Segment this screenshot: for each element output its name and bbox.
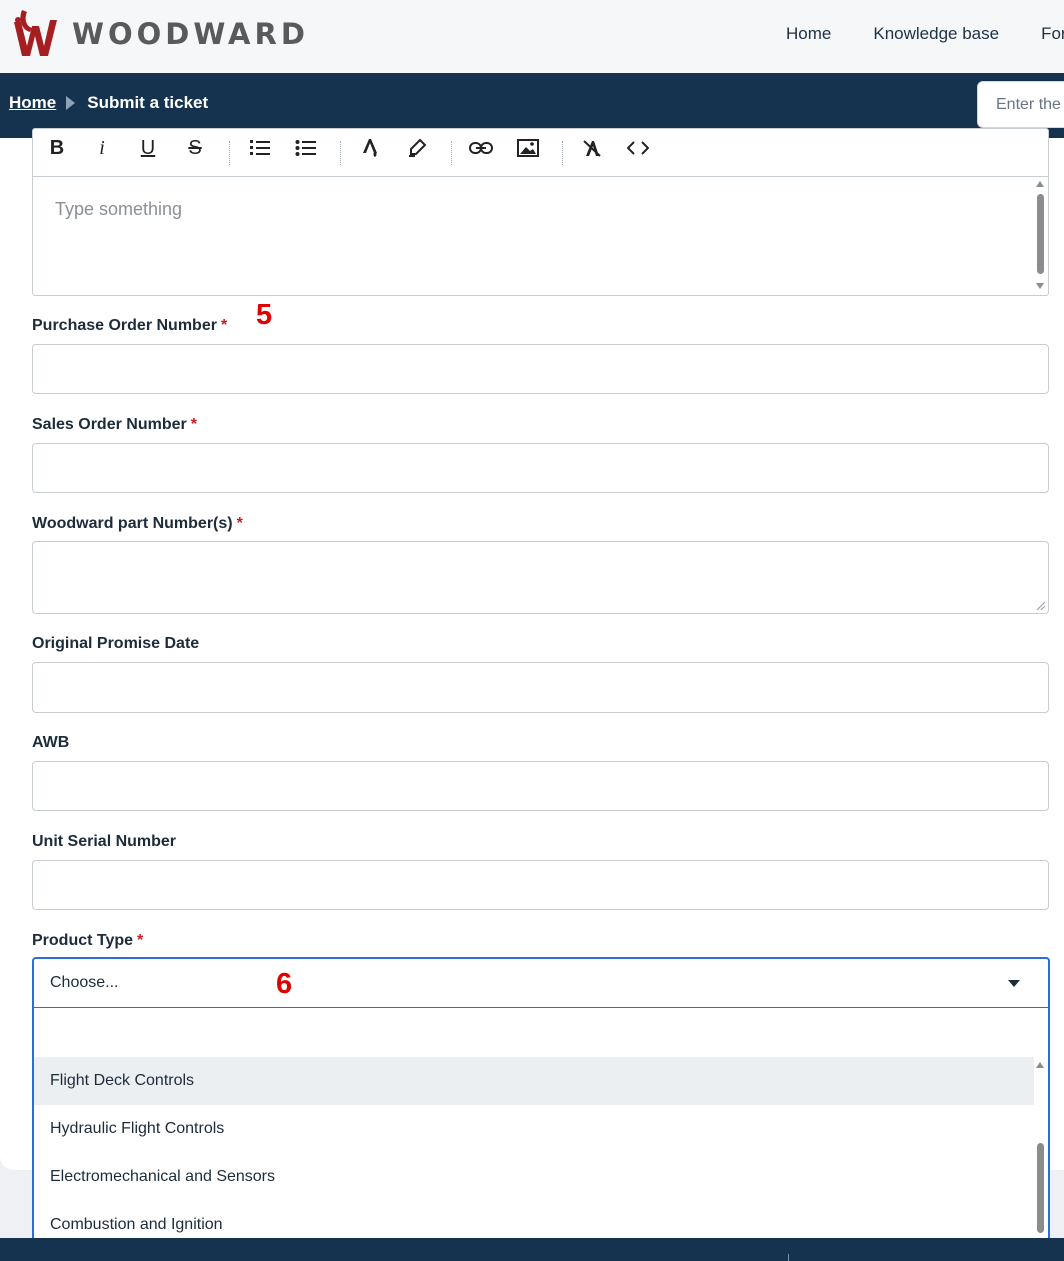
description-editor: B i U S Type something: [32, 128, 1049, 296]
serial-number-label: Unit Serial Number: [32, 833, 177, 850]
toolbar-divider: [229, 141, 230, 165]
nav-forums[interactable]: Forums: [1041, 24, 1064, 44]
italic-icon[interactable]: i: [87, 137, 117, 159]
dropdown-option[interactable]: Flight Deck Controls: [34, 1057, 1034, 1105]
footer-divider: [788, 1254, 789, 1261]
promise-date-input[interactable]: [33, 663, 1048, 712]
dropdown-scrollbar[interactable]: [1034, 1060, 1046, 1250]
top-header: WOODWARD Home Knowledge base Forums: [0, 0, 1064, 73]
required-asterisk: *: [220, 317, 228, 334]
editor-scrollbar[interactable]: [1034, 179, 1046, 294]
annotation-marker-5: 5: [256, 299, 273, 331]
resize-grip-icon[interactable]: [1036, 601, 1046, 611]
ordered-list-icon[interactable]: [245, 137, 275, 159]
toolbar-divider: [451, 141, 452, 165]
bullet-list-icon[interactable]: [291, 137, 321, 159]
scroll-up-icon[interactable]: [1036, 181, 1044, 187]
top-nav: Home Knowledge base Forums: [786, 24, 1064, 44]
dropdown-search-input[interactable]: [34, 1008, 1048, 1056]
brand-name: WOODWARD: [72, 17, 309, 51]
part-numbers-field[interactable]: [32, 541, 1049, 614]
select-current-value: Choose...: [50, 974, 119, 991]
breadcrumb-home-link[interactable]: Home: [9, 93, 56, 113]
clear-format-icon[interactable]: [577, 137, 607, 159]
product-type-dropdown: Flight Deck Controls Hydraulic Flight Co…: [32, 1008, 1050, 1252]
toolbar-divider: [562, 141, 563, 165]
promise-date-field[interactable]: [32, 662, 1049, 713]
toolbar-divider: [340, 141, 341, 165]
woodward-w-logo-icon: [14, 10, 57, 56]
awb-label: AWB: [32, 734, 70, 751]
scroll-up-icon[interactable]: [1036, 1062, 1044, 1068]
annotation-marker-6: 6: [276, 968, 293, 1000]
serial-number-input[interactable]: [33, 861, 1048, 909]
chevron-down-icon[interactable]: [1008, 980, 1020, 987]
editor-text-area[interactable]: Type something: [55, 199, 182, 220]
code-icon[interactable]: [623, 137, 653, 159]
text-color-icon[interactable]: [355, 137, 385, 159]
part-numbers-label-text: Woodward part Number(s): [32, 515, 233, 532]
footer-bar: [0, 1238, 1064, 1261]
sales-order-field[interactable]: [32, 443, 1049, 493]
image-icon[interactable]: [513, 137, 543, 159]
breadcrumb: Home Submit a ticket: [9, 93, 208, 113]
po-number-input[interactable]: [33, 345, 1048, 393]
search-box[interactable]: [977, 81, 1064, 128]
po-number-field[interactable]: [32, 344, 1049, 394]
po-number-label: Purchase Order Number *: [32, 317, 227, 335]
dropdown-option[interactable]: Hydraulic Flight Controls: [34, 1105, 1034, 1153]
bold-icon[interactable]: B: [42, 137, 72, 159]
strikethrough-icon[interactable]: S: [180, 137, 210, 159]
editor-toolbar: B i U S: [33, 129, 1048, 177]
link-icon[interactable]: [466, 137, 496, 159]
underline-icon[interactable]: U: [133, 137, 163, 159]
breadcrumb-arrow-icon: [66, 96, 76, 110]
breadcrumb-current: Submit a ticket: [87, 93, 209, 112]
brand-logo[interactable]: WOODWARD: [8, 6, 309, 62]
po-number-label-text: Purchase Order Number: [32, 317, 217, 334]
awb-field[interactable]: [32, 761, 1049, 811]
search-input[interactable]: [978, 82, 1064, 127]
dropdown-options: Flight Deck Controls Hydraulic Flight Co…: [34, 1057, 1034, 1249]
sales-order-label-text: Sales Order Number: [32, 416, 187, 433]
required-asterisk: *: [236, 515, 243, 532]
product-type-label-text: Product Type: [32, 932, 134, 949]
highlight-icon[interactable]: [402, 137, 432, 159]
scroll-thumb[interactable]: [1037, 194, 1044, 274]
part-numbers-label: Woodward part Number(s) *: [32, 515, 243, 533]
required-asterisk: *: [190, 416, 197, 433]
promise-date-label: Original Promise Date: [32, 635, 200, 652]
sales-order-input[interactable]: [33, 444, 1048, 492]
dropdown-search[interactable]: [34, 1008, 1048, 1056]
awb-input[interactable]: [33, 762, 1048, 810]
sales-order-label: Sales Order Number *: [32, 416, 197, 434]
nav-home[interactable]: Home: [786, 24, 831, 44]
product-type-select[interactable]: Choose...: [32, 957, 1050, 1008]
dropdown-option[interactable]: Electromechanical and Sensors: [34, 1153, 1034, 1201]
part-numbers-textarea[interactable]: [33, 542, 1048, 613]
product-type-label: Product Type *: [32, 932, 143, 950]
nav-knowledge-base[interactable]: Knowledge base: [873, 24, 999, 44]
required-asterisk: *: [137, 932, 144, 949]
serial-number-field[interactable]: [32, 860, 1049, 910]
scroll-down-icon[interactable]: [1036, 283, 1044, 289]
scroll-thumb[interactable]: [1037, 1143, 1044, 1233]
